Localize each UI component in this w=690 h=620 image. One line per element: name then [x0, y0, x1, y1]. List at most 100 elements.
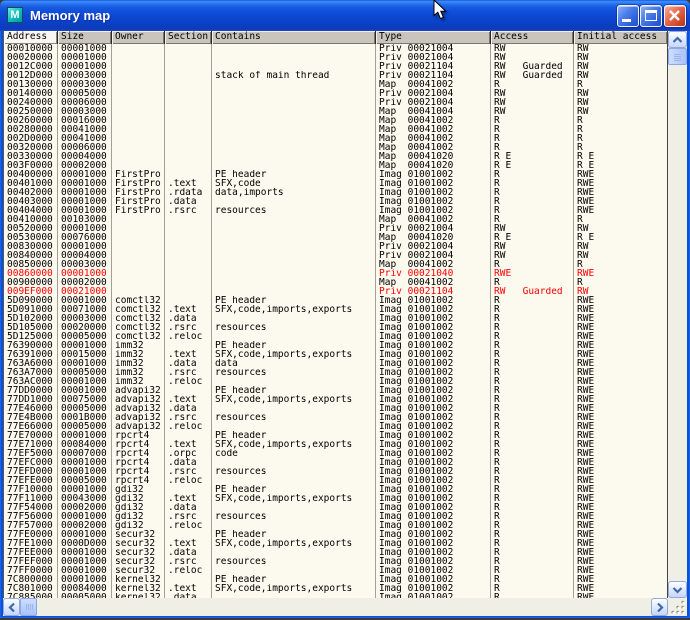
resize-grip[interactable]: [668, 598, 687, 616]
cell-owner: rpcrt4: [112, 449, 165, 458]
table-row[interactable]: 0012D00000003000stack of main threadPriv…: [4, 71, 667, 80]
table-row[interactable]: 77EFD00000001000rpcrt4.rsrcresourcesImag…: [4, 467, 667, 476]
table-row[interactable]: 77EF500000007000rpcrt4.orpccodeImag 0100…: [4, 449, 667, 458]
table-row[interactable]: 7C80000000001000kernel32PE headerImag 01…: [4, 575, 667, 584]
table-row[interactable]: 0013000000003000Map 00041002RR: [4, 80, 667, 89]
maximize-button[interactable]: [640, 5, 662, 27]
scroll-left-button[interactable]: [3, 598, 20, 616]
ollydbg-app-icon[interactable]: M: [7, 7, 23, 23]
table-row[interactable]: 77DD100000075000advapi32.textSFX,code,im…: [4, 395, 667, 404]
table-row[interactable]: 0033000000004000Map 00041020R ER E: [4, 152, 667, 161]
table-row[interactable]: 5D10200000003000comctl32.dataImag 010010…: [4, 314, 667, 323]
scroll-right-button[interactable]: [651, 598, 668, 616]
title-bar[interactable]: M Memory map: [0, 0, 690, 31]
table-row[interactable]: 7C80100000084000kernel32.textSFX,code,im…: [4, 584, 667, 593]
cell-owner: [112, 125, 165, 134]
table-row[interactable]: 77E4600000005000advapi32.dataImag 010010…: [4, 404, 667, 413]
table-row[interactable]: 0012C00000001000Priv 00021104RW GuardedR…: [4, 62, 667, 71]
table-row[interactable]: 0086000000001000Priv 00021040RWERWE: [4, 269, 667, 278]
scroll-up-button[interactable]: [668, 31, 687, 48]
table-row[interactable]: 7639100000015000imm32.textSFX,code,impor…: [4, 350, 667, 359]
column-header-contains[interactable]: Contains: [212, 31, 376, 44]
table-row[interactable]: 77FF000000001000secur32.relocImag 010010…: [4, 566, 667, 575]
horizontal-scroll-thumb[interactable]: [20, 598, 37, 616]
table-row[interactable]: 5D09100000071000comctl32.textSFX,code,im…: [4, 305, 667, 314]
table-row[interactable]: 77FE000000001000secur32PE headerImag 010…: [4, 530, 667, 539]
table-row[interactable]: 5D09000000001000comctl32PE headerImag 01…: [4, 296, 667, 305]
column-header-size[interactable]: Size: [58, 31, 112, 44]
table-row[interactable]: 0040000000001000FirstProPE headerImag 01…: [4, 170, 667, 179]
table-row[interactable]: 009EF00000021000Priv 00021104RW GuardedR…: [4, 287, 667, 296]
table-row[interactable]: 0026000000016000Map 00041002RR: [4, 116, 667, 125]
table-row[interactable]: 0024000000006000Priv 00021004RWRW: [4, 98, 667, 107]
table-row[interactable]: 77FE10000000D000secur32.textSFX,code,imp…: [4, 539, 667, 548]
table-row[interactable]: 763A600000001000imm32.datadataImag 01001…: [4, 359, 667, 368]
minimize-button[interactable]: [617, 5, 639, 27]
cell-initial_access: RW: [574, 62, 667, 71]
table-row[interactable]: 763AC00000001000imm32.relocImag 01001002…: [4, 377, 667, 386]
table-row[interactable]: 77EFC00000001000rpcrt4.dataImag 01001002…: [4, 458, 667, 467]
table-row[interactable]: 003F000000002000Map 00041020R ER E: [4, 161, 667, 170]
table-row[interactable]: 0041000000103000Map 00041002RR: [4, 215, 667, 224]
table-row[interactable]: 77F1100000043000gdi32.textSFX,code,impor…: [4, 494, 667, 503]
column-header-initial_access[interactable]: Initial access: [574, 31, 667, 44]
table-row[interactable]: 77E7100000084000rpcrt4.textSFX,code,impo…: [4, 440, 667, 449]
column-header-owner[interactable]: Owner: [112, 31, 165, 44]
cell-type: Priv 00021004: [376, 251, 491, 260]
table-row[interactable]: 0040100000001000FirstPro.textSFX,codeIma…: [4, 179, 667, 188]
table-row[interactable]: 5D10500000020000comctl32.rsrcresourcesIm…: [4, 323, 667, 332]
table-row[interactable]: 0002000000001000Priv 00021004RWRW: [4, 53, 667, 62]
table-row[interactable]: 0032000000006000Map 00041002RR: [4, 143, 667, 152]
cell-access: R: [491, 431, 574, 440]
vertical-scrollbar[interactable]: [668, 31, 687, 598]
cell-section: [165, 134, 212, 143]
close-button[interactable]: [664, 5, 686, 27]
vertical-scroll-thumb[interactable]: [668, 48, 687, 65]
cell-owner: imm32: [112, 377, 165, 386]
table-row[interactable]: 77FEE00000001000secur32.dataImag 0100100…: [4, 548, 667, 557]
cell-contains: [212, 89, 376, 98]
table-row[interactable]: 0040300000001000FirstPro.dataImag 010010…: [4, 197, 667, 206]
cell-initial_access: RWE: [574, 467, 667, 476]
table-row[interactable]: 77F5700000002000gdi32.relocImag 01001002…: [4, 521, 667, 530]
table-row[interactable]: 5D12500000005000comctl32.relocImag 01001…: [4, 332, 667, 341]
table-row[interactable]: 0052000000001000Priv 00021004RWRW: [4, 224, 667, 233]
table-row[interactable]: 0040400000001000FirstPro.rsrcresourcesIm…: [4, 206, 667, 215]
table-row[interactable]: 0085000000003000Map 00041002RR: [4, 260, 667, 269]
cell-address: 00020000: [4, 53, 58, 62]
table-row[interactable]: 0001000000001000Priv 00021004RWRW: [4, 44, 667, 53]
scroll-down-button[interactable]: [668, 581, 687, 598]
table-row[interactable]: 77E6600000005000advapi32.relocImag 01001…: [4, 422, 667, 431]
table-row[interactable]: 0014000000005000Priv 00021004RWRW: [4, 89, 667, 98]
table-row[interactable]: 77FEF00000001000secur32.rsrcresourcesIma…: [4, 557, 667, 566]
cell-access: R: [491, 485, 574, 494]
column-header-section[interactable]: Section: [165, 31, 212, 44]
memory-map-window: M Memory map AddressSizeOwnerSectionCont…: [0, 0, 690, 618]
cell-owner: comctl32: [112, 332, 165, 341]
horizontal-scrollbar[interactable]: [3, 598, 668, 616]
cell-initial_access: RWE: [574, 458, 667, 467]
column-header-address[interactable]: Address: [4, 31, 58, 44]
table-row[interactable]: 002D000000041000Map 00041002RR: [4, 134, 667, 143]
table-row[interactable]: 77F5600000001000gdi32.rsrcresourcesImag …: [4, 512, 667, 521]
table-row[interactable]: 0053000000076000Map 00041020R ER E: [4, 233, 667, 242]
table-row[interactable]: 0084000000004000Priv 00021004RWRW: [4, 251, 667, 260]
table-row[interactable]: 77EFE00000005000rpcrt4.relocImag 0100100…: [4, 476, 667, 485]
table-row[interactable]: 77E4B0000001B000advapi32.rsrcresourcesIm…: [4, 413, 667, 422]
table-row[interactable]: 0025000000003000Map 00041004RWRW: [4, 107, 667, 116]
column-header-type[interactable]: Type: [376, 31, 491, 44]
table-row[interactable]: 77DD000000001000advapi32PE headerImag 01…: [4, 386, 667, 395]
column-header-access[interactable]: Access: [491, 31, 574, 44]
table-row[interactable]: 0090000000002000Map 00041002RR: [4, 278, 667, 287]
cell-type: Priv 00021004: [376, 44, 491, 53]
table-row[interactable]: 77E7000000001000rpcrt4PE headerImag 0100…: [4, 431, 667, 440]
cell-initial_access: RWE: [574, 359, 667, 368]
table-row[interactable]: 7639000000001000imm32PE headerImag 01001…: [4, 341, 667, 350]
table-row[interactable]: 763A700000005000imm32.rsrcresourcesImag …: [4, 368, 667, 377]
table-row[interactable]: 77F1000000001000gdi32PE headerImag 01001…: [4, 485, 667, 494]
table-row[interactable]: 0028000000041000Map 00041002RR: [4, 125, 667, 134]
table-row[interactable]: 77F5400000002000gdi32.dataImag 01001002R…: [4, 503, 667, 512]
cell-contains: [212, 458, 376, 467]
table-row[interactable]: 0040200000001000FirstPro.rdatadata,impor…: [4, 188, 667, 197]
table-row[interactable]: 0083000000001000Priv 00021004RWRW: [4, 242, 667, 251]
